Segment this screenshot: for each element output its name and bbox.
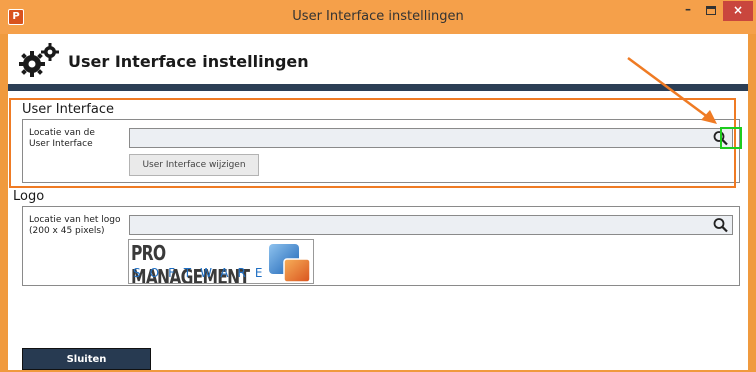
gears-icon [19, 43, 59, 77]
logo-preview: PRO MANAGEMENT SOFTWARE [128, 239, 314, 284]
page-header: User Interface instellingen [8, 34, 748, 84]
window-content: User Interface instellingen User Interfa… [8, 34, 748, 370]
maximize-icon [706, 6, 716, 15]
logo-group-title: Logo [13, 189, 45, 204]
page-title: User Interface instellingen [68, 52, 309, 71]
highlight-ui-group [9, 98, 736, 188]
window-title: User Interface instellingen [292, 9, 464, 24]
minimize-button[interactable]: – [676, 1, 700, 21]
highlight-search-button [720, 127, 742, 149]
title-bar: P User Interface instellingen – × [0, 0, 756, 34]
search-icon[interactable] [712, 217, 730, 233]
logo-location-input[interactable] [129, 215, 733, 235]
close-window-button[interactable]: × [723, 1, 753, 21]
header-divider [8, 84, 748, 91]
close-button[interactable]: Sluiten [22, 348, 151, 370]
logo-text-line2: SOFTWARE [133, 266, 272, 280]
logo-location-label: Locatie van het logo (200 x 45 pixels) [29, 215, 121, 236]
maximize-button[interactable] [700, 1, 722, 21]
logo-mark-icon [269, 244, 311, 283]
